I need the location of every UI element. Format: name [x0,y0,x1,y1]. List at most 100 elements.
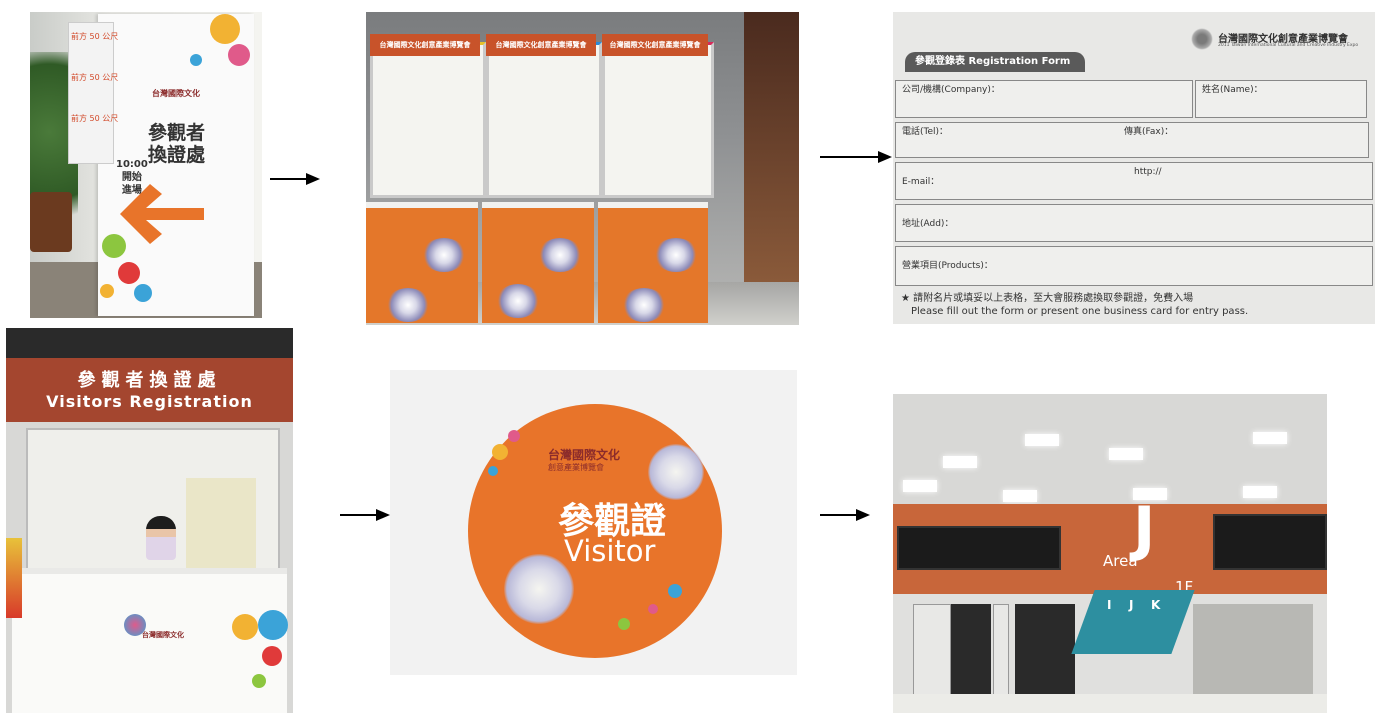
photo-info-booths: 台灣國際文化創意產業博覽會 台灣國際文化創意產業博覽會 台灣國際文化創意產業博覽… [366,12,799,325]
curtain [186,478,256,578]
banner-zh: 參觀者換證處 [77,370,222,391]
ceiling-light [1003,490,1037,502]
field-label: 電話(Tel)： [902,127,949,137]
flower-bouquet [6,538,22,618]
flower-decor [386,288,430,322]
ceiling-light [943,456,977,468]
field-label: 傳真(Fax)： [1124,127,1174,137]
ceiling [893,394,1327,504]
decor-dot [508,430,520,442]
sign-title-line: 換證處 [148,144,206,166]
decor-dot [668,584,682,598]
registration-banner: 參觀者換證處 Visitors Registration [6,358,293,422]
right-arrow-icon [340,509,390,521]
right-arrow-icon [820,509,870,521]
ceiling-light [1109,448,1143,460]
expo-logo-text: 台灣國際文化 [142,631,184,639]
decor-dot [258,610,288,640]
field-label: 公司/機構(Company)： [902,85,1000,95]
field-label: http:// [1134,167,1162,177]
expo-logo-subtext: 創意產業博覽會 [548,463,604,472]
map-label: J [1129,598,1134,612]
registration-counter [12,568,288,713]
map-label: I [1107,598,1112,612]
right-arrow-icon [820,151,892,163]
expo-logo-text: 台灣國際文化 [548,448,621,462]
expo-logo-text: 台灣國際文化 [152,89,200,98]
flower-decor [622,288,666,322]
right-arrow-icon [270,173,320,185]
flower-decor [538,238,582,272]
email-field: E-mail： http:// [895,162,1373,200]
orange-left-arrow-icon [120,184,204,244]
field-label: 地址(Add)： [902,219,954,229]
note-zh: ★ 請附名片或填妥以上表格，至大會服務處換取參觀證，免費入場 [901,293,1194,304]
sign-title-line: 參觀者 [148,122,206,144]
decor-dot [210,14,240,44]
expo-logo-icon [1191,28,1213,50]
banner-en: Visitors Registration [46,392,253,411]
panel-header: 台灣國際文化創意產業博覽會 [486,34,596,56]
field-label: E-mail： [902,177,940,187]
name-field: 姓名(Name)： [1195,80,1367,118]
badge-title-en: Visitor [564,534,656,568]
decor-dot [648,604,658,614]
info-panel [370,42,486,198]
decor-dot [100,284,114,298]
area-label: Area [1103,552,1138,570]
plant-pot [30,192,72,252]
doorway [951,604,991,694]
photo-direction-sign: 前方 50 公尺 前方 50 公尺 前方 50 公尺 10:00 開始 進場 台… [30,12,262,318]
note-line: 前方 50 公尺 [71,32,119,41]
decor-dot [190,54,202,66]
display-screen [1213,514,1327,570]
doorway [1015,604,1075,694]
form-note: ★ 請附名片或填妥以上表格，至大會服務處換取參觀證，免費入場 Please fi… [901,292,1248,318]
form-title: 參觀登錄表 Registration Form [905,52,1085,72]
flower-decor [422,238,466,272]
open-door [913,604,951,696]
ceiling-light [1243,486,1277,498]
decor-dot [228,44,250,66]
time-line: 10:00 [116,159,148,170]
photo-registration-desk: 參觀者換證處 Visitors Registration 台灣國際文化 [6,328,293,713]
address-field: 地址(Add)： [895,204,1373,242]
note-en: Please fill out the form or present one … [911,306,1249,317]
expo-brand-sub: 2011 Taiwan International Cultural and C… [1218,43,1359,48]
panel-header: 台灣國際文化創意產業博覽會 [602,34,708,56]
company-field: 公司/機構(Company)： [895,80,1193,118]
note-line: 前方 50 公尺 [71,73,119,82]
photo-hall-entrance: J Area 1F I J K [893,394,1327,713]
decor-dot [618,618,630,630]
flower-decor [496,284,540,318]
decor-dot [492,444,508,460]
info-panel [602,42,714,198]
staff-person [146,516,176,560]
decor-dot [134,284,152,302]
floor [893,694,1327,713]
panel-header: 台灣國際文化創意產業博覽會 [370,34,480,56]
photo-registration-form: 參觀登錄表 Registration Form 台灣國際文化創意產業博覽會 20… [893,12,1375,324]
orange-counter [598,202,708,323]
ceiling-light [903,480,937,492]
glass-entrance [1193,604,1313,694]
field-label: 姓名(Name)： [1202,85,1263,95]
field-label: 營業項目(Products)： [902,261,993,271]
decor-dot [252,674,266,688]
photo-visitor-badge: 台灣國際文化 創意產業博覽會 參觀證 Visitor [390,370,797,675]
orange-counter [366,202,478,323]
time-line: 開始 [121,172,142,183]
ceiling-light [1253,432,1287,444]
decor-dot [488,466,498,476]
flower-decor [654,238,698,272]
decor-dot [118,262,140,284]
info-panel [486,42,602,198]
sign-title: 參觀者 換證處 [148,122,248,166]
ceiling-light [1025,434,1059,446]
notice-strips: 前方 50 公尺 前方 50 公尺 前方 50 公尺 [68,22,119,164]
orange-counter [482,202,594,323]
products-field: 營業項目(Products)： [895,246,1373,286]
decor-dot [232,614,258,640]
hall-wall [744,12,799,282]
ceiling [6,328,293,358]
